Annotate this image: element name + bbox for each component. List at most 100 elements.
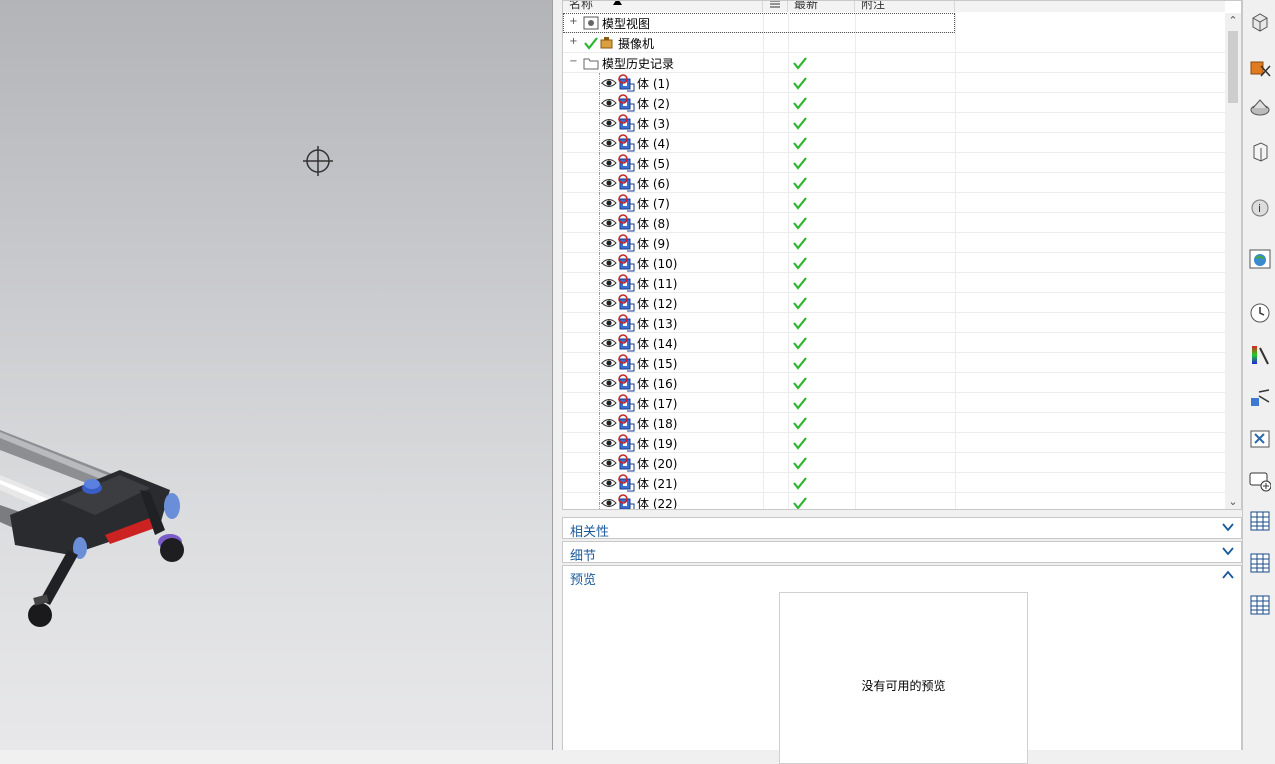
body-node[interactable]: 体 (12)	[563, 293, 1225, 313]
body-node[interactable]: 体 (21)	[563, 473, 1225, 493]
eye-icon[interactable]	[601, 277, 617, 289]
body-node[interactable]: 体 (8)	[563, 213, 1225, 233]
eye-icon[interactable]	[601, 297, 617, 309]
up-to-date-check-icon	[792, 335, 808, 351]
preview-panel-header[interactable]: 预览	[562, 565, 1242, 589]
body-node[interactable]: 体 (3)	[563, 113, 1225, 133]
body-node[interactable]: 体 (13)	[563, 313, 1225, 333]
note-cell	[855, 73, 956, 92]
body-node[interactable]: 体 (2)	[563, 93, 1225, 113]
body-node[interactable]: 体 (15)	[563, 353, 1225, 373]
body-node[interactable]: 体 (4)	[563, 133, 1225, 153]
body-node-label: 体 (10)	[637, 257, 678, 271]
body-node[interactable]: 体 (5)	[563, 153, 1225, 173]
eye-icon[interactable]	[601, 117, 617, 129]
table-icon-3[interactable]	[1249, 594, 1271, 616]
preview-panel-title: 预览	[570, 573, 597, 588]
eye-icon[interactable]	[601, 417, 617, 429]
table-icon-2[interactable]	[1249, 552, 1271, 574]
scroll-down-icon[interactable]: ⌄	[1225, 494, 1241, 509]
preview-panel: 没有可用的预览	[562, 588, 1242, 764]
body-node-label: 体 (13)	[637, 317, 678, 331]
solid-body-icon	[617, 194, 635, 212]
web-browser-icon[interactable]	[1249, 248, 1271, 270]
body-node[interactable]: 体 (17)	[563, 393, 1225, 413]
flag-cell	[763, 333, 789, 352]
note-cell	[855, 153, 956, 172]
hd3d-tools-icon[interactable]: i	[1249, 196, 1271, 218]
eye-icon[interactable]	[601, 257, 617, 269]
eye-icon[interactable]	[601, 97, 617, 109]
eye-icon[interactable]	[601, 457, 617, 469]
note-cell	[855, 193, 956, 212]
roles-icon[interactable]	[1249, 428, 1271, 450]
column-note-label: 附注	[861, 0, 886, 11]
part-navigator-icon[interactable]	[1249, 96, 1271, 118]
eye-icon[interactable]	[601, 377, 617, 389]
eye-icon[interactable]	[601, 237, 617, 249]
scroll-thumb[interactable]	[1228, 31, 1238, 103]
expand-icon[interactable]: +	[569, 37, 578, 47]
collapse-icon[interactable]: −	[569, 57, 578, 67]
body-node-label: 体 (18)	[637, 417, 678, 431]
assembly-model[interactable]	[0, 420, 200, 640]
system-materials-icon[interactable]	[1249, 470, 1272, 492]
column-header-name[interactable]: 名称	[563, 1, 763, 12]
body-node[interactable]: 体 (1)	[563, 73, 1225, 93]
eye-icon[interactable]	[601, 177, 617, 189]
eye-icon[interactable]	[601, 497, 617, 509]
eye-icon[interactable]	[601, 217, 617, 229]
visibility-check-icon[interactable]	[583, 35, 599, 51]
eye-icon[interactable]	[601, 157, 617, 169]
body-node[interactable]: 体 (7)	[563, 193, 1225, 213]
eye-icon[interactable]	[601, 337, 617, 349]
navigator-scrollbar[interactable]: ⌃ ⌄	[1225, 13, 1241, 509]
body-node-label: 体 (5)	[637, 157, 670, 171]
body-node[interactable]: 体 (19)	[563, 433, 1225, 453]
dependencies-panel-title: 相关性	[570, 525, 610, 540]
tree-node[interactable]: + 摄像机	[563, 33, 1225, 53]
column-header-note[interactable]: 附注	[855, 0, 955, 12]
tree-node[interactable]: + 模型视图	[563, 13, 956, 33]
flag-cell	[763, 53, 789, 72]
body-node[interactable]: 体 (10)	[563, 253, 1225, 273]
eye-icon[interactable]	[601, 357, 617, 369]
dependencies-panel-header[interactable]: 相关性	[562, 517, 1242, 540]
visualization-icon[interactable]	[1249, 344, 1271, 366]
expand-icon[interactable]: +	[569, 17, 578, 27]
solid-body-icon	[617, 134, 635, 152]
table-icon-1[interactable]	[1249, 510, 1271, 532]
column-header-updated[interactable]: 最新	[788, 1, 855, 12]
body-node[interactable]: 体 (22)	[563, 493, 1225, 509]
process-studio-icon[interactable]	[1249, 386, 1271, 408]
scroll-up-icon[interactable]: ⌃	[1225, 13, 1241, 29]
column-header-flag[interactable]	[763, 1, 788, 12]
eye-icon[interactable]	[601, 137, 617, 149]
assembly-navigator-icon[interactable]	[1249, 10, 1271, 32]
eye-icon[interactable]	[601, 197, 617, 209]
body-node[interactable]: 体 (18)	[563, 413, 1225, 433]
eye-icon[interactable]	[601, 397, 617, 409]
body-node[interactable]: 体 (11)	[563, 273, 1225, 293]
constraint-navigator-icon[interactable]	[1249, 56, 1271, 78]
note-cell	[855, 413, 956, 432]
body-node[interactable]: 体 (6)	[563, 173, 1225, 193]
body-node[interactable]: 体 (14)	[563, 333, 1225, 353]
eye-icon[interactable]	[601, 437, 617, 449]
tree-node[interactable]: − 模型历史记录	[563, 53, 1225, 73]
history-icon[interactable]	[1249, 302, 1271, 324]
eye-icon[interactable]	[601, 317, 617, 329]
body-node[interactable]: 体 (20)	[563, 453, 1225, 473]
eye-icon[interactable]	[601, 77, 617, 89]
up-to-date-check-icon	[792, 195, 808, 211]
details-panel-header[interactable]: 细节	[562, 541, 1242, 564]
solid-body-icon	[617, 274, 635, 292]
body-node[interactable]: 体 (16)	[563, 373, 1225, 393]
reuse-library-icon[interactable]	[1249, 140, 1271, 162]
body-node[interactable]: 体 (9)	[563, 233, 1225, 253]
graphics-viewport[interactable]	[0, 0, 552, 750]
chevron-down-icon	[1222, 547, 1234, 556]
tree-node-label: 模型历史记录	[602, 57, 675, 71]
eye-icon[interactable]	[601, 477, 617, 489]
note-cell	[855, 473, 956, 492]
